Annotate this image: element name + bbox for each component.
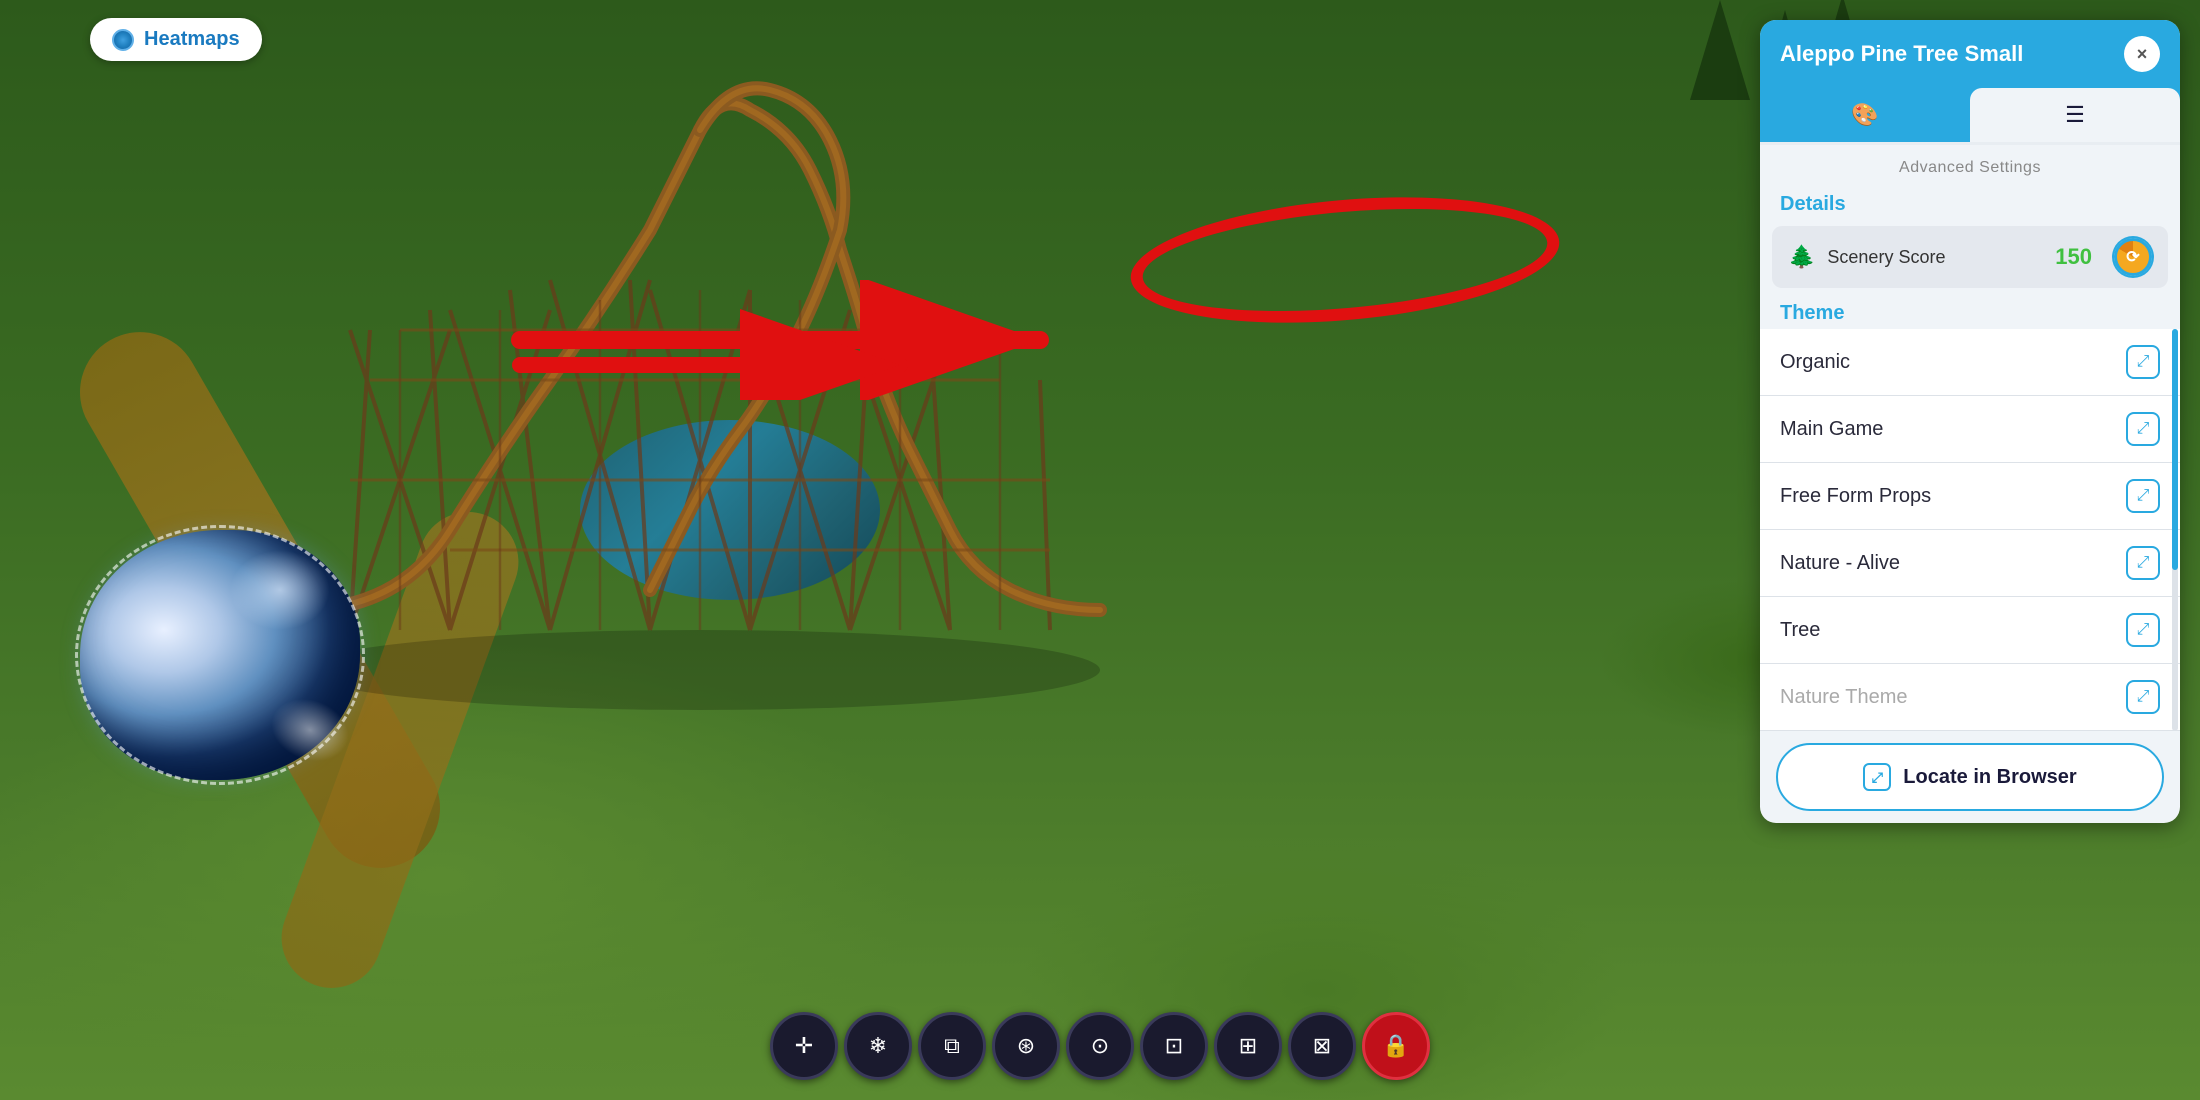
lock-icon: 🔒 bbox=[1382, 1033, 1409, 1059]
toolbar-locate-button[interactable]: ⊙ bbox=[1066, 1012, 1134, 1080]
toolbar-grid-button[interactable]: ⊞ bbox=[1214, 1012, 1282, 1080]
locate-icon: ⤢ bbox=[1863, 763, 1891, 791]
coaster-svg bbox=[250, 30, 1150, 730]
external-link-icon-4: ⤢ bbox=[2137, 554, 2150, 572]
panel-tabs: 🎨 ☰ bbox=[1760, 88, 2180, 145]
heatmaps-icon bbox=[112, 29, 134, 51]
theme-link-nature-theme[interactable]: ⤢ bbox=[2126, 680, 2160, 714]
theme-list: Organic ⤢ Main Game ⤢ Free Form Props ⤢ … bbox=[1760, 329, 2180, 731]
heatmaps-label: Heatmaps bbox=[144, 28, 240, 51]
scenery-score-label: Scenery Score bbox=[1827, 247, 2043, 268]
scrollbar[interactable] bbox=[2172, 329, 2178, 731]
theme-link-main-game[interactable]: ⤢ bbox=[2126, 412, 2160, 446]
export2-icon: ⊠ bbox=[1313, 1033, 1331, 1059]
toolbar-freeze-button[interactable]: ❄ bbox=[844, 1012, 912, 1080]
copy-icon: ⧉ bbox=[944, 1033, 960, 1059]
locate-toolbar-icon: ⊙ bbox=[1091, 1033, 1109, 1059]
theme-item-nature-alive[interactable]: Nature - Alive ⤢ bbox=[1760, 530, 2180, 597]
panel-close-button[interactable]: × bbox=[2124, 36, 2160, 72]
toolbar-export-button[interactable]: ⊡ bbox=[1140, 1012, 1208, 1080]
toolbar-lock-button[interactable]: 🔒 bbox=[1362, 1012, 1430, 1080]
locate-label: Locate in Browser bbox=[1903, 766, 2076, 789]
theme-name-nature-theme: Nature Theme bbox=[1780, 686, 1907, 709]
info-circle-button[interactable]: ⟳ bbox=[2114, 238, 2152, 276]
scenery-score-value: 150 bbox=[2055, 244, 2092, 270]
section-label: Advanced Settings bbox=[1760, 145, 2180, 185]
move-icon: ✛ bbox=[795, 1033, 813, 1059]
paint-icon: 🎨 bbox=[1851, 102, 1878, 128]
details-header: Details bbox=[1760, 185, 2180, 222]
theme-name-main-game: Main Game bbox=[1780, 418, 1883, 441]
export-icon: ⊡ bbox=[1165, 1033, 1183, 1059]
theme-link-organic[interactable]: ⤢ bbox=[2126, 345, 2160, 379]
theme-item-free-form-props[interactable]: Free Form Props ⤢ bbox=[1760, 463, 2180, 530]
toolbar-export2-button[interactable]: ⊠ bbox=[1288, 1012, 1356, 1080]
roller-coaster bbox=[250, 30, 1150, 730]
circular-progress-icon: ⟳ bbox=[2126, 247, 2139, 267]
external-link-icon-3: ⤢ bbox=[2137, 487, 2150, 505]
freeze-icon: ❄ bbox=[869, 1033, 887, 1059]
toolbar-move-button[interactable]: ✛ bbox=[770, 1012, 838, 1080]
scrollbar-thumb[interactable] bbox=[2172, 329, 2178, 570]
panel-title: Aleppo Pine Tree Small bbox=[1780, 41, 2023, 67]
theme-link-tree[interactable]: ⤢ bbox=[2126, 613, 2160, 647]
panel-header: Aleppo Pine Tree Small × bbox=[1760, 20, 2180, 88]
heatmaps-button[interactable]: Heatmaps bbox=[90, 18, 262, 61]
scenery-score-row: 🌲 Scenery Score 150 ⟳ bbox=[1772, 226, 2168, 288]
theme-item-organic[interactable]: Organic ⤢ bbox=[1760, 329, 2180, 396]
theme-item-nature-theme[interactable]: Nature Theme ⤢ bbox=[1760, 664, 2180, 731]
external-link-icon-2: ⤢ bbox=[2137, 420, 2150, 438]
toolbar-copy-button[interactable]: ⧉ bbox=[918, 1012, 986, 1080]
toolbar-freeze-copy-button[interactable]: ⊛ bbox=[992, 1012, 1060, 1080]
tab-list[interactable]: ☰ bbox=[1970, 88, 2180, 142]
theme-name-free-form-props: Free Form Props bbox=[1780, 485, 1931, 508]
external-link-icon-5: ⤢ bbox=[2137, 621, 2150, 639]
theme-name-tree: Tree bbox=[1780, 619, 1820, 642]
theme-link-nature-alive[interactable]: ⤢ bbox=[2126, 546, 2160, 580]
theme-link-free-form-props[interactable]: ⤢ bbox=[2126, 479, 2160, 513]
locate-in-browser-button[interactable]: ⤢ Locate in Browser bbox=[1776, 743, 2164, 811]
tree-icon: 🌲 bbox=[1788, 244, 1815, 270]
grid-icon: ⊞ bbox=[1239, 1033, 1257, 1059]
tab-paint[interactable]: 🎨 bbox=[1760, 88, 1970, 142]
bottom-toolbar: ✛ ❄ ⧉ ⊛ ⊙ ⊡ ⊞ ⊠ 🔒 bbox=[770, 1012, 1430, 1080]
external-link-icon-6: ⤢ bbox=[2137, 688, 2150, 706]
freeze-copy-icon: ⊛ bbox=[1017, 1033, 1035, 1059]
side-panel: Aleppo Pine Tree Small × 🎨 ☰ Advanced Se… bbox=[1760, 20, 2180, 823]
theme-item-main-game[interactable]: Main Game ⤢ bbox=[1760, 396, 2180, 463]
themes-header: Theme bbox=[1760, 292, 2180, 329]
selected-tree[interactable] bbox=[80, 530, 360, 780]
theme-item-tree[interactable]: Tree ⤢ bbox=[1760, 597, 2180, 664]
list-icon: ☰ bbox=[2065, 102, 2085, 128]
theme-name-nature-alive: Nature - Alive bbox=[1780, 552, 1900, 575]
external-link-icon-locate: ⤢ bbox=[1872, 769, 1883, 786]
external-link-icon: ⤢ bbox=[2137, 353, 2150, 371]
theme-name-organic: Organic bbox=[1780, 351, 1850, 374]
